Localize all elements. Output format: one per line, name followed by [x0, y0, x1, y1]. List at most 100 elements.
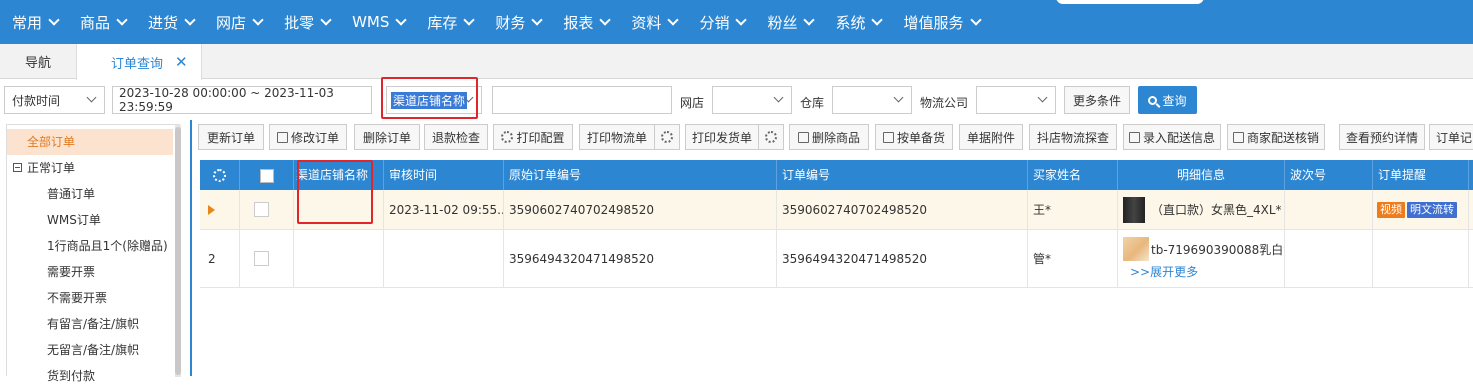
- shop-select[interactable]: [712, 86, 792, 114]
- chevron-down-icon: [735, 14, 748, 26]
- enter-delivery-info-button[interactable]: 录入配送信息: [1123, 124, 1221, 150]
- order-more-button[interactable]: 订单记: [1429, 124, 1473, 150]
- top-search-pill[interactable]: [1056, 0, 1204, 4]
- chevron-down-icon: [599, 14, 612, 26]
- query-button[interactable]: 查询: [1138, 86, 1197, 114]
- print-delivery-button[interactable]: 打印发货单: [685, 124, 759, 150]
- date-range-value: 2023-10-28 00:00:00 ~ 2023-11-03 23:59:5…: [119, 86, 334, 114]
- sidebar-item-cod[interactable]: 货到付款: [7, 363, 173, 389]
- cell-detail: （直口款）女黑色_4XL*: [1118, 190, 1285, 229]
- update-order-button[interactable]: 更新订单: [198, 124, 264, 150]
- print-logistics-settings-button[interactable]: [654, 124, 680, 150]
- product-thumbnail[interactable]: [1123, 196, 1145, 223]
- edit-order-button[interactable]: 修改订单: [269, 124, 347, 150]
- menu-label: 粉丝: [767, 13, 798, 32]
- print-config-button[interactable]: 打印配置: [493, 124, 573, 150]
- menu-value-added[interactable]: 增值服务: [903, 0, 989, 44]
- menu-reports[interactable]: 报表: [563, 0, 619, 44]
- order-table: 渠道店铺名称 审核时间 原始订单编号 订单编号 买家姓名 明细信息 波次号 订单…: [200, 160, 1473, 376]
- menu-inventory[interactable]: 库存: [427, 0, 483, 44]
- select-value: 付款时间: [12, 93, 61, 108]
- sidebar-item-label: 货到付款: [47, 369, 96, 383]
- menu-label: 网店: [216, 13, 247, 32]
- menu-distribution[interactable]: 分销: [699, 0, 755, 44]
- column-settings[interactable]: [200, 160, 240, 190]
- menu-wholesale-retail[interactable]: 批零: [284, 0, 340, 44]
- sidebar-item-has-remark[interactable]: 有留言/备注/旗帜: [7, 311, 173, 337]
- menu-label: 常用: [12, 13, 43, 32]
- delete-goods-button[interactable]: 删除商品: [789, 124, 869, 150]
- more-conditions-button[interactable]: 更多条件: [1064, 86, 1130, 114]
- cell-channel-shop: [294, 230, 384, 287]
- menu-goods[interactable]: 商品: [80, 0, 136, 44]
- column-header-audit-time[interactable]: 审核时间: [384, 160, 504, 190]
- menu-fans[interactable]: 粉丝: [767, 0, 823, 44]
- sidebar-item-no-invoice[interactable]: 不需要开票: [7, 285, 173, 311]
- column-header-detail[interactable]: 明细信息: [1118, 160, 1285, 190]
- view-reservation-button[interactable]: 查看预约详情: [1339, 124, 1425, 150]
- keyword-input[interactable]: [492, 86, 672, 114]
- cell-reminder: 视频 明文流转: [1373, 190, 1469, 229]
- menu-purchase[interactable]: 进货: [148, 0, 204, 44]
- gear-icon[interactable]: [213, 169, 226, 182]
- sidebar-group-normal-orders[interactable]: 正常订单: [7, 155, 173, 181]
- print-logistics-button[interactable]: 打印物流单: [579, 124, 655, 150]
- sidebar-item-label: 不需要开票: [47, 291, 108, 305]
- sidebar-scrollbar[interactable]: [175, 125, 181, 377]
- video-tag: 视频: [1377, 201, 1405, 218]
- column-header-reminder[interactable]: 订单提醒: [1373, 160, 1469, 190]
- menu-data[interactable]: 资料: [631, 0, 687, 44]
- gear-icon: [501, 131, 514, 143]
- warehouse-select[interactable]: [832, 86, 912, 114]
- attachment-button[interactable]: 单据附件: [959, 124, 1023, 150]
- sidebar-item-wms[interactable]: WMS订单: [7, 207, 173, 233]
- menu-common[interactable]: 常用: [12, 0, 68, 44]
- sidebar-item-single-item[interactable]: 1行商品且1个(除赠品): [7, 233, 173, 259]
- print-delivery-settings-button[interactable]: [758, 124, 784, 150]
- sidebar-item-all-orders[interactable]: 全部订单: [7, 129, 173, 155]
- column-header-order-no[interactable]: 订单编号: [777, 160, 1028, 190]
- menu-label: 资料: [631, 13, 662, 32]
- column-header-buyer[interactable]: 买家姓名: [1028, 160, 1118, 190]
- cell-buyer: 管*: [1028, 230, 1118, 287]
- chevron-down-icon: [86, 92, 97, 103]
- delete-order-button[interactable]: 删除订单: [354, 124, 420, 150]
- sidebar-item-label: 有留言/备注/旗帜: [47, 317, 140, 331]
- product-thumbnail[interactable]: [1123, 237, 1149, 261]
- column-header-original-order-no[interactable]: 原始订单编号: [504, 160, 777, 190]
- tab-navigation[interactable]: 导航: [0, 44, 76, 79]
- row-checkbox-cell: [240, 190, 294, 229]
- chevron-down-icon: [48, 14, 60, 26]
- row-checkbox[interactable]: [254, 202, 269, 217]
- menu-system[interactable]: 系统: [835, 0, 891, 44]
- close-icon[interactable]: ✕: [175, 53, 188, 71]
- tab-label: 导航: [24, 56, 51, 71]
- tab-order-query[interactable]: 订单查询 ✕: [76, 44, 202, 80]
- cell-detail: tb-719690390088乳白色 >>展开更多: [1118, 230, 1285, 287]
- expand-more-link[interactable]: >>展开更多: [1130, 263, 1198, 280]
- douyin-logistics-probe-button[interactable]: 抖店物流探查: [1029, 124, 1117, 150]
- row-checkbox[interactable]: [254, 251, 269, 266]
- button-label: 修改订单: [290, 130, 339, 145]
- menu-online-store[interactable]: 网店: [216, 0, 272, 44]
- plaintext-flow-tag: 明文流转: [1407, 201, 1457, 218]
- stock-by-order-button[interactable]: 按单备货: [875, 124, 953, 150]
- menu-wms[interactable]: WMS: [352, 0, 415, 44]
- column-header-wave[interactable]: 波次号: [1285, 160, 1373, 190]
- table-row[interactable]: 2023-11-02 09:55... 3590602740702498520 …: [200, 190, 1473, 230]
- sidebar-item-no-remark[interactable]: 无留言/备注/旗帜: [7, 337, 173, 363]
- highlight-box: [297, 160, 373, 224]
- sidebar-item-need-invoice[interactable]: 需要开票: [7, 259, 173, 285]
- logistics-select[interactable]: [976, 86, 1056, 114]
- top-menu-bar: 常用 商品 进货 网店 批零 WMS 库存 财务 报表 资料 分销 粉丝 系统 …: [0, 0, 1473, 44]
- select-all-checkbox[interactable]: [259, 168, 274, 183]
- merchant-delivery-verify-button[interactable]: 商家配送核销: [1227, 124, 1325, 150]
- scrollbar-thumb[interactable]: [175, 127, 181, 375]
- refund-check-button[interactable]: 退款检查: [424, 124, 488, 150]
- collapse-icon[interactable]: [13, 163, 22, 172]
- sidebar-item-normal[interactable]: 普通订单: [7, 181, 173, 207]
- table-row[interactable]: 2 3596494320471498520 359649432047149852…: [200, 230, 1473, 288]
- date-range-input[interactable]: 2023-10-28 00:00:00 ~ 2023-11-03 23:59:5…: [112, 86, 372, 114]
- time-type-select[interactable]: 付款时间: [4, 86, 105, 114]
- menu-finance[interactable]: 财务: [495, 0, 551, 44]
